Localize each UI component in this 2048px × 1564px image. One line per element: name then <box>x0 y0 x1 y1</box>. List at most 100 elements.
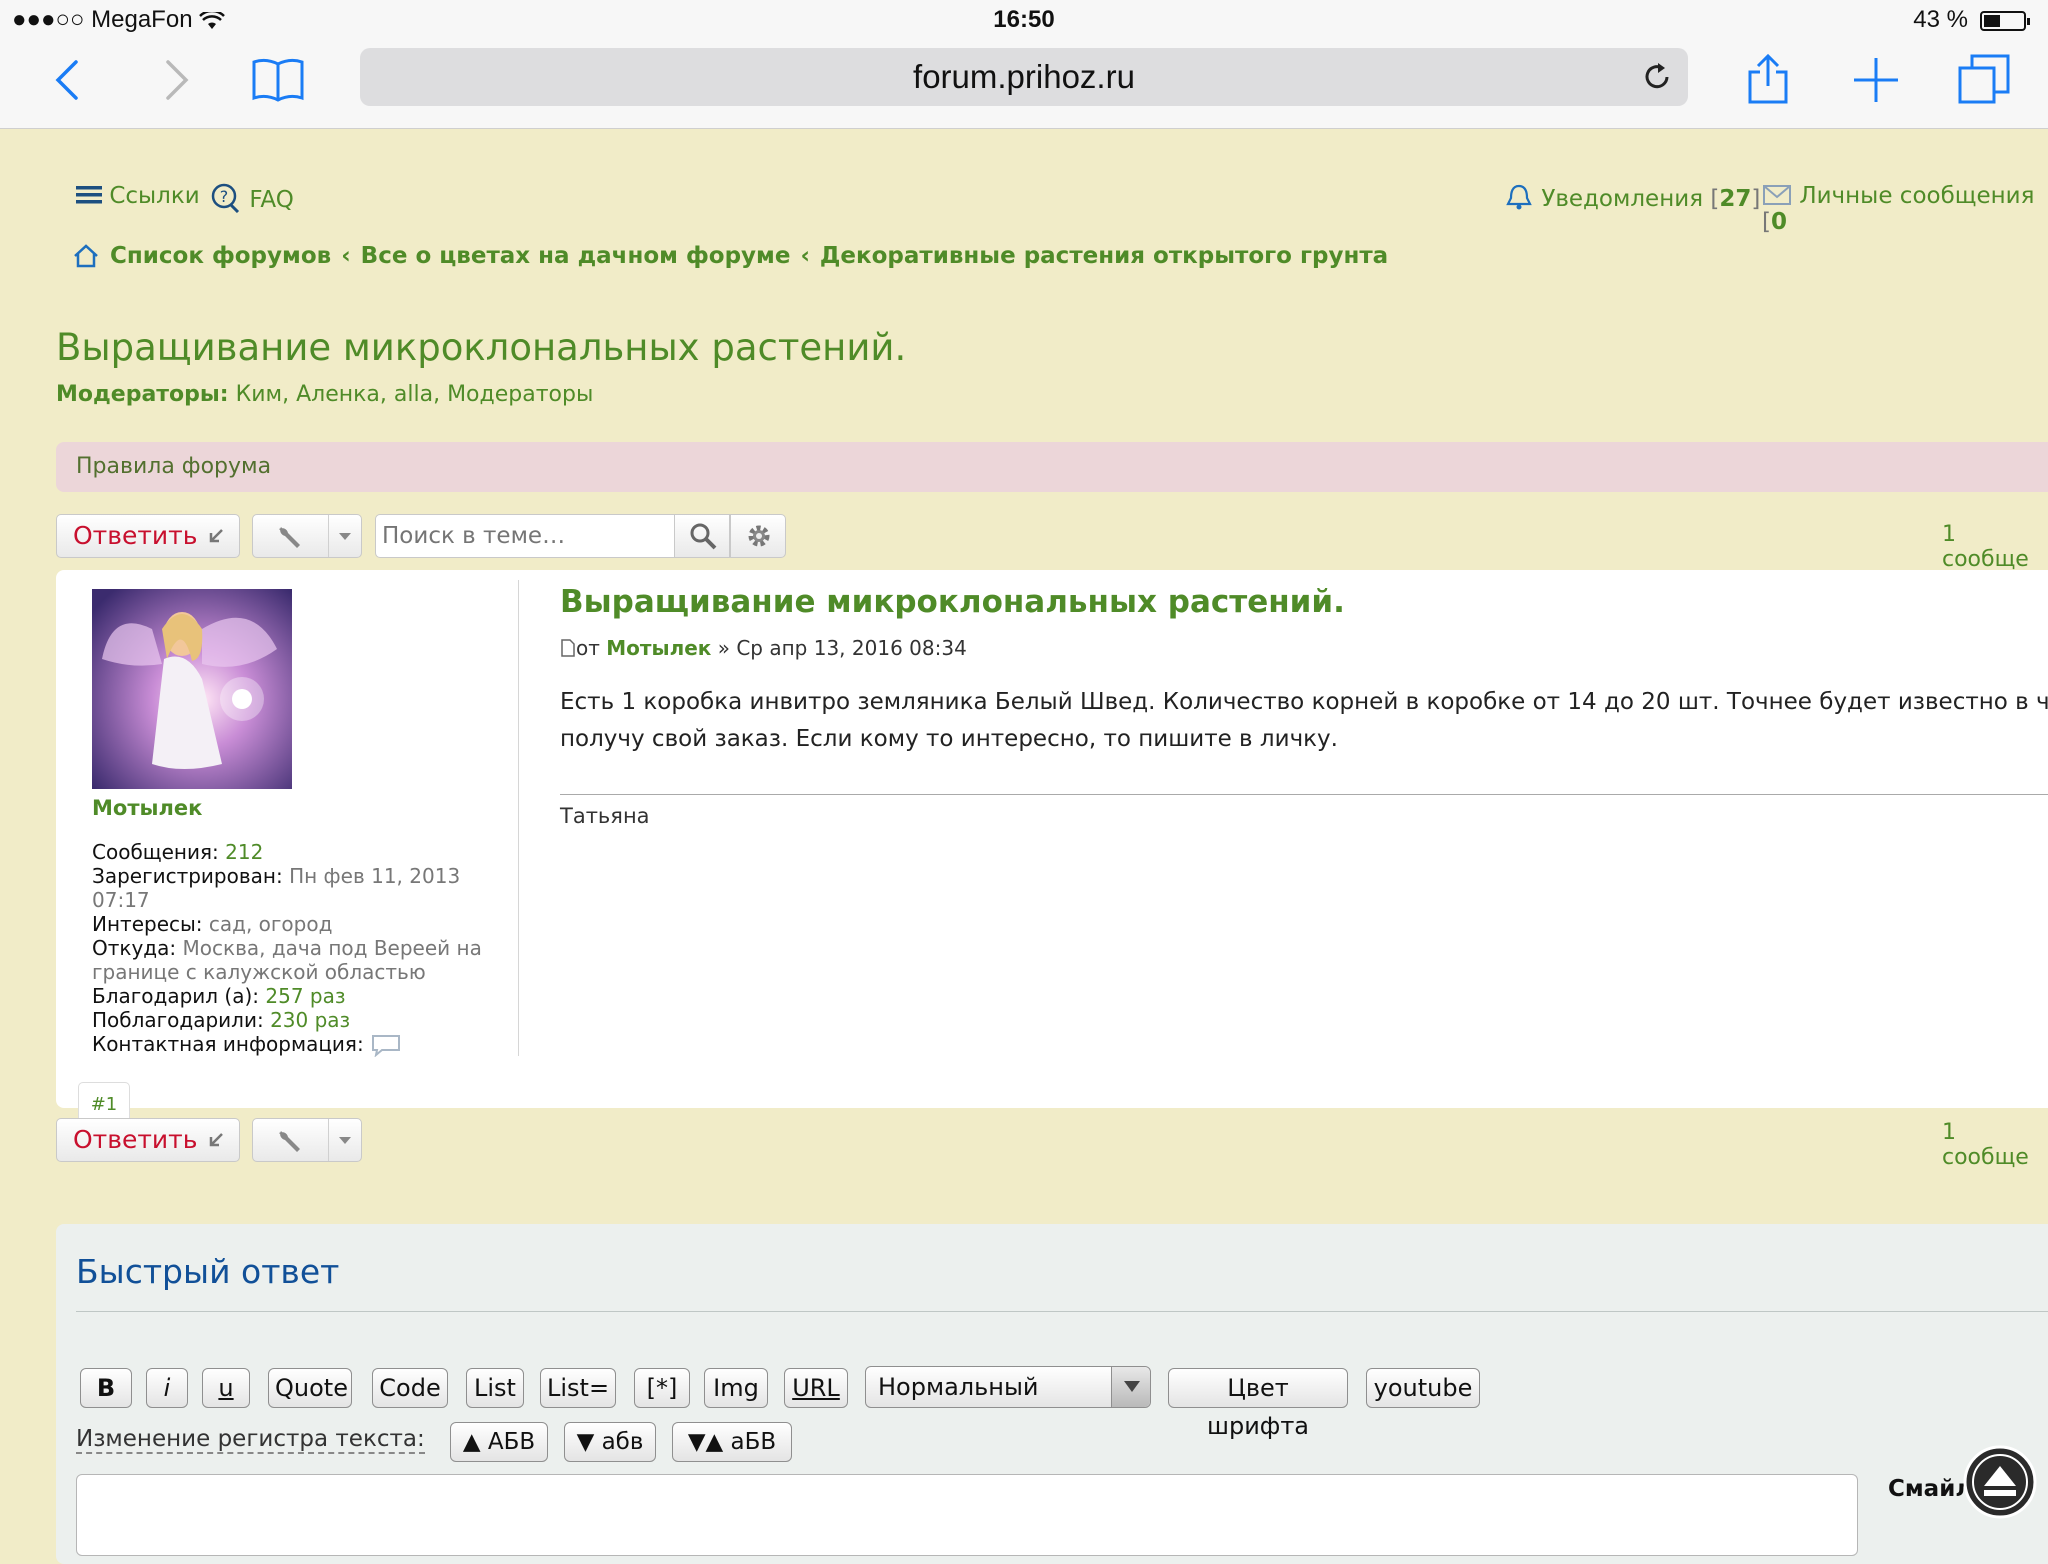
value[interactable]: 230 раз <box>270 1008 350 1032</box>
topic-tools-button-bottom[interactable] <box>252 1118 362 1162</box>
svg-text:?: ? <box>220 187 229 206</box>
bracket: [ <box>1710 186 1720 212</box>
home-icon <box>74 244 98 268</box>
post-body: Есть 1 коробка инвитро земляника Белый Ш… <box>560 684 2048 758</box>
share-icon <box>1748 53 1788 104</box>
links-label: Ссылки <box>109 183 200 209</box>
tabs-button[interactable] <box>1956 52 2012 108</box>
signature-divider <box>560 794 2048 795</box>
bracket: ] <box>1751 186 1761 212</box>
uppercase-button[interactable]: ▲ АБВ <box>450 1422 548 1462</box>
search-input[interactable] <box>375 514 675 558</box>
post-author[interactable]: Мотылек <box>606 636 711 660</box>
reply-arrow-icon <box>209 1133 223 1147</box>
list-button[interactable]: List <box>466 1368 524 1408</box>
chevron-down-icon <box>328 515 361 557</box>
label: Поблагодарили: <box>92 1008 264 1032</box>
bookmarks-button[interactable] <box>250 52 306 108</box>
search-button[interactable] <box>674 514 730 558</box>
bracket: [ <box>1762 209 1771 235</box>
breadcrumb-flowers[interactable]: Все о цветах на дачном форуме <box>361 243 791 269</box>
value[interactable]: 212 <box>225 840 263 864</box>
avatar[interactable] <box>92 589 292 789</box>
post-icon[interactable] <box>560 639 576 657</box>
chevron-down-icon <box>1111 1367 1150 1407</box>
bookmarks-icon <box>252 58 304 102</box>
battery-percent: 43 % <box>1913 6 1968 33</box>
font-size-select[interactable]: Нормальный <box>865 1366 1151 1408</box>
ordered-list-button[interactable]: List= <box>540 1368 616 1408</box>
profile-location: Откуда: Москва, дача под Вереей на грани… <box>92 936 492 984</box>
youtube-button[interactable]: youtube <box>1366 1368 1480 1408</box>
back-icon <box>55 60 78 100</box>
quick-reply-title: Быстрый ответ <box>76 1252 340 1291</box>
url-button[interactable]: URL <box>784 1368 848 1408</box>
faq-link[interactable]: ? FAQ <box>210 183 294 214</box>
bell-icon <box>1506 184 1532 210</box>
label: Контактная информация: <box>92 1032 364 1056</box>
notifications-label: Уведомления <box>1541 186 1704 212</box>
breadcrumb: Список форумов ‹ Все о цветах на дачном фо… <box>74 243 1388 269</box>
reply-button[interactable]: Ответить <box>56 514 240 558</box>
message-textarea[interactable] <box>76 1474 1858 1556</box>
scroll-to-top-button[interactable] <box>1962 1444 2038 1520</box>
post-meta: от Мотылек » Ср апр 13, 2016 08:34 <box>560 636 967 660</box>
profile-was-thanked: Поблагодарили: 230 раз <box>92 1008 492 1032</box>
case-change-label: Изменение регистра текста: <box>76 1426 425 1454</box>
invert-case-button[interactable]: ▼▲ аБВ <box>672 1422 792 1462</box>
reload-icon[interactable] <box>1640 60 1674 94</box>
topic-tools-button[interactable] <box>252 514 362 558</box>
address-bar[interactable]: forum.prihoz.ru <box>360 48 1688 106</box>
notifications-count: 27 <box>1719 186 1752 212</box>
tabs-icon <box>1958 54 2010 104</box>
forward-icon <box>166 60 189 100</box>
breadcrumb-forums[interactable]: Список форумов <box>110 243 331 269</box>
menu-icon <box>76 186 102 204</box>
font-size-value: Нормальный <box>878 1373 1039 1401</box>
private-messages-link[interactable]: Личные сообщения [0 <box>1762 183 2048 235</box>
post-title[interactable]: Выращивание микроклональных растений. <box>560 584 1345 620</box>
post-body-line: получу свой заказ. Если кому то интересн… <box>560 726 1338 752</box>
advanced-search-button[interactable] <box>730 514 786 558</box>
share-button[interactable] <box>1740 52 1796 108</box>
wrench-icon <box>279 527 300 548</box>
profile-registered: Зарегистрирован: Пн фев 11, 2013 07:17 <box>92 864 492 912</box>
font-color-button[interactable]: Цвет шрифта <box>1168 1368 1348 1440</box>
list-item-button[interactable]: [*] <box>634 1368 690 1408</box>
code-button[interactable]: Code <box>372 1368 448 1408</box>
moderators-list[interactable]: Ким, Аленка, alla, Модераторы <box>236 382 594 407</box>
page-title[interactable]: Выращивание микроклональных растений. <box>56 326 906 369</box>
breadcrumb-separator: ‹ <box>800 243 810 269</box>
value[interactable]: 257 раз <box>265 984 345 1008</box>
reply-button-bottom[interactable]: Ответить <box>56 1118 240 1162</box>
meta-from: от <box>576 636 600 660</box>
notifications-link[interactable]: Уведомления [27] <box>1504 183 1760 212</box>
author-name[interactable]: Мотылек <box>92 796 202 820</box>
moderators: Модераторы: Ким, Аленка, alla, Модератор… <box>56 382 593 407</box>
wrench-icon <box>279 1131 300 1152</box>
forward-button[interactable] <box>146 52 202 108</box>
profile-contact: Контактная информация: <box>92 1032 492 1058</box>
quote-button[interactable]: Quote <box>268 1368 352 1408</box>
new-tab-button[interactable] <box>1848 52 1904 108</box>
lowercase-button[interactable]: ▼ абв <box>564 1422 656 1462</box>
italic-button[interactable]: i <box>146 1368 188 1408</box>
help-icon: ? <box>211 183 240 214</box>
back-button[interactable] <box>42 52 98 108</box>
messages-label: Личные сообщения <box>1799 183 2035 209</box>
links-menu[interactable]: Ссылки <box>76 183 200 209</box>
envelope-icon <box>1763 185 1791 205</box>
forum-rules-link[interactable]: Правила форума <box>56 442 2048 492</box>
speech-bubble-icon[interactable] <box>370 1033 402 1058</box>
label: Сообщения: <box>92 840 219 864</box>
underline-button[interactable]: u <box>202 1368 250 1408</box>
label: Благодарил (а): <box>92 984 260 1008</box>
bold-button[interactable]: B <box>80 1368 132 1408</box>
smilies-label: Смайл <box>1888 1476 1973 1502</box>
add-icon <box>1854 58 1898 102</box>
reply-label: Ответить <box>73 521 198 550</box>
label: Зарегистрирован: <box>92 864 283 888</box>
breadcrumb-decorative[interactable]: Декоративные растения открытого грунта <box>820 243 1388 269</box>
img-button[interactable]: Img <box>704 1368 768 1408</box>
value: сад, огород <box>208 912 333 936</box>
